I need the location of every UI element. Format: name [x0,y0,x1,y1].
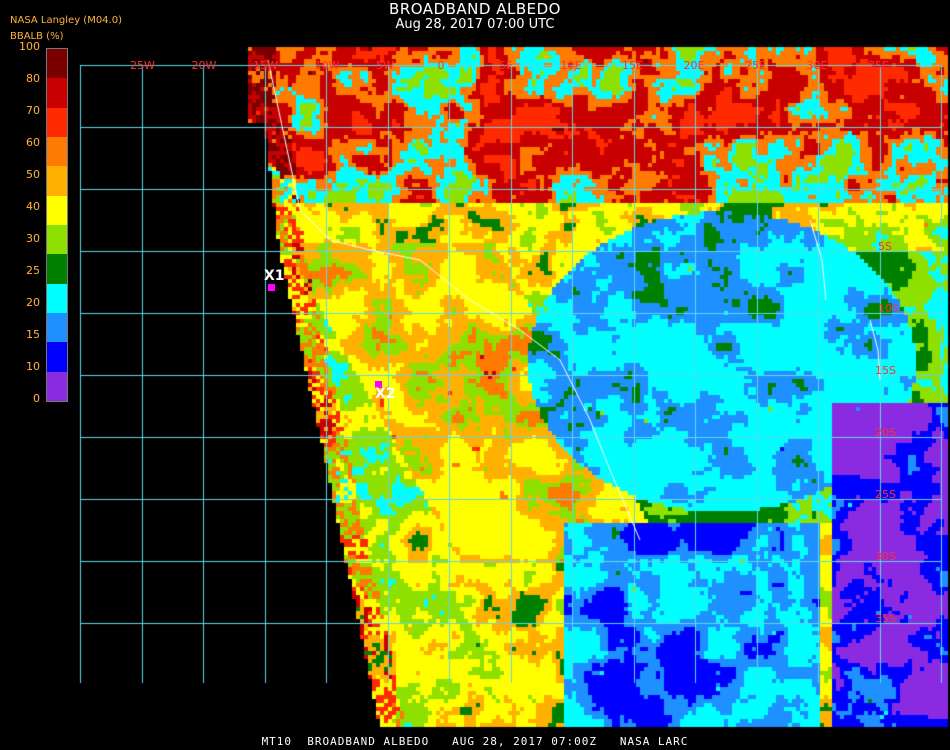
albedo-map [0,0,950,750]
latitude-label: 30S [875,550,896,563]
longitude-label: 10W [314,59,340,72]
longitude-label: 20E [683,59,705,72]
legend-swatch [47,371,67,401]
legend-tick: 100 [19,40,40,53]
latitude-label: 15S [875,364,896,377]
longitude-label: 5W [376,59,394,72]
marker-x1-label: X1 [264,268,285,284]
legend-swatch [47,78,67,108]
legend-swatch [47,342,67,372]
longitude-label: 35E [868,59,889,72]
longitude-label: 15E [622,59,643,72]
marker-x1-dot [268,284,275,291]
latitude-label: 20S [875,426,896,439]
legend-swatch [47,195,67,225]
legend-tick: 60 [26,136,40,149]
longitude-label: 10E [560,59,582,72]
longitude-label: 30E [806,59,828,72]
longitude-label: 25W [130,59,155,72]
legend-swatch [47,254,67,284]
legend-tick: 0 [33,392,40,405]
legend-tick: 25 [26,264,40,277]
longitude-label: 20W [191,59,217,72]
latitude-label: 5S [878,240,892,253]
map-title: BROADBAND ALBEDO [389,0,561,18]
legend-swatch [47,224,67,255]
legend-tick: 50 [26,168,40,181]
color-legend [46,48,68,402]
legend-swatch [47,107,67,137]
legend-swatch [47,49,67,79]
legend-tick: 80 [26,72,40,85]
legend-tick: 70 [26,104,40,117]
longitude-label: 15W [253,59,278,72]
legend-swatch [47,312,67,343]
latitude-label: 35S [875,612,896,625]
legend-tick: 10 [26,360,40,373]
legend-tick: 40 [26,200,40,213]
latitude-label: 25S [875,488,896,501]
latitude-label: 10S [878,302,899,315]
footer-caption: MT10 BROADBAND ALBEDO AUG 28, 2017 07:00… [261,735,689,748]
org-label: NASA Langley (M04.0) [10,15,122,26]
legend-swatch [47,283,67,313]
longitude-label: 5E [499,59,513,72]
map-subtitle: Aug 28, 2017 07:00 UTC [395,17,555,32]
legend-tick: 20 [26,296,40,309]
legend-swatch [47,136,67,167]
longitude-label: 0 [437,59,445,72]
longitude-label: 25E [745,59,766,72]
legend-tick: 15 [26,328,40,341]
legend-tick: 30 [26,232,40,245]
marker-x2-label: X2 [375,386,396,402]
legend-swatch [47,166,67,196]
